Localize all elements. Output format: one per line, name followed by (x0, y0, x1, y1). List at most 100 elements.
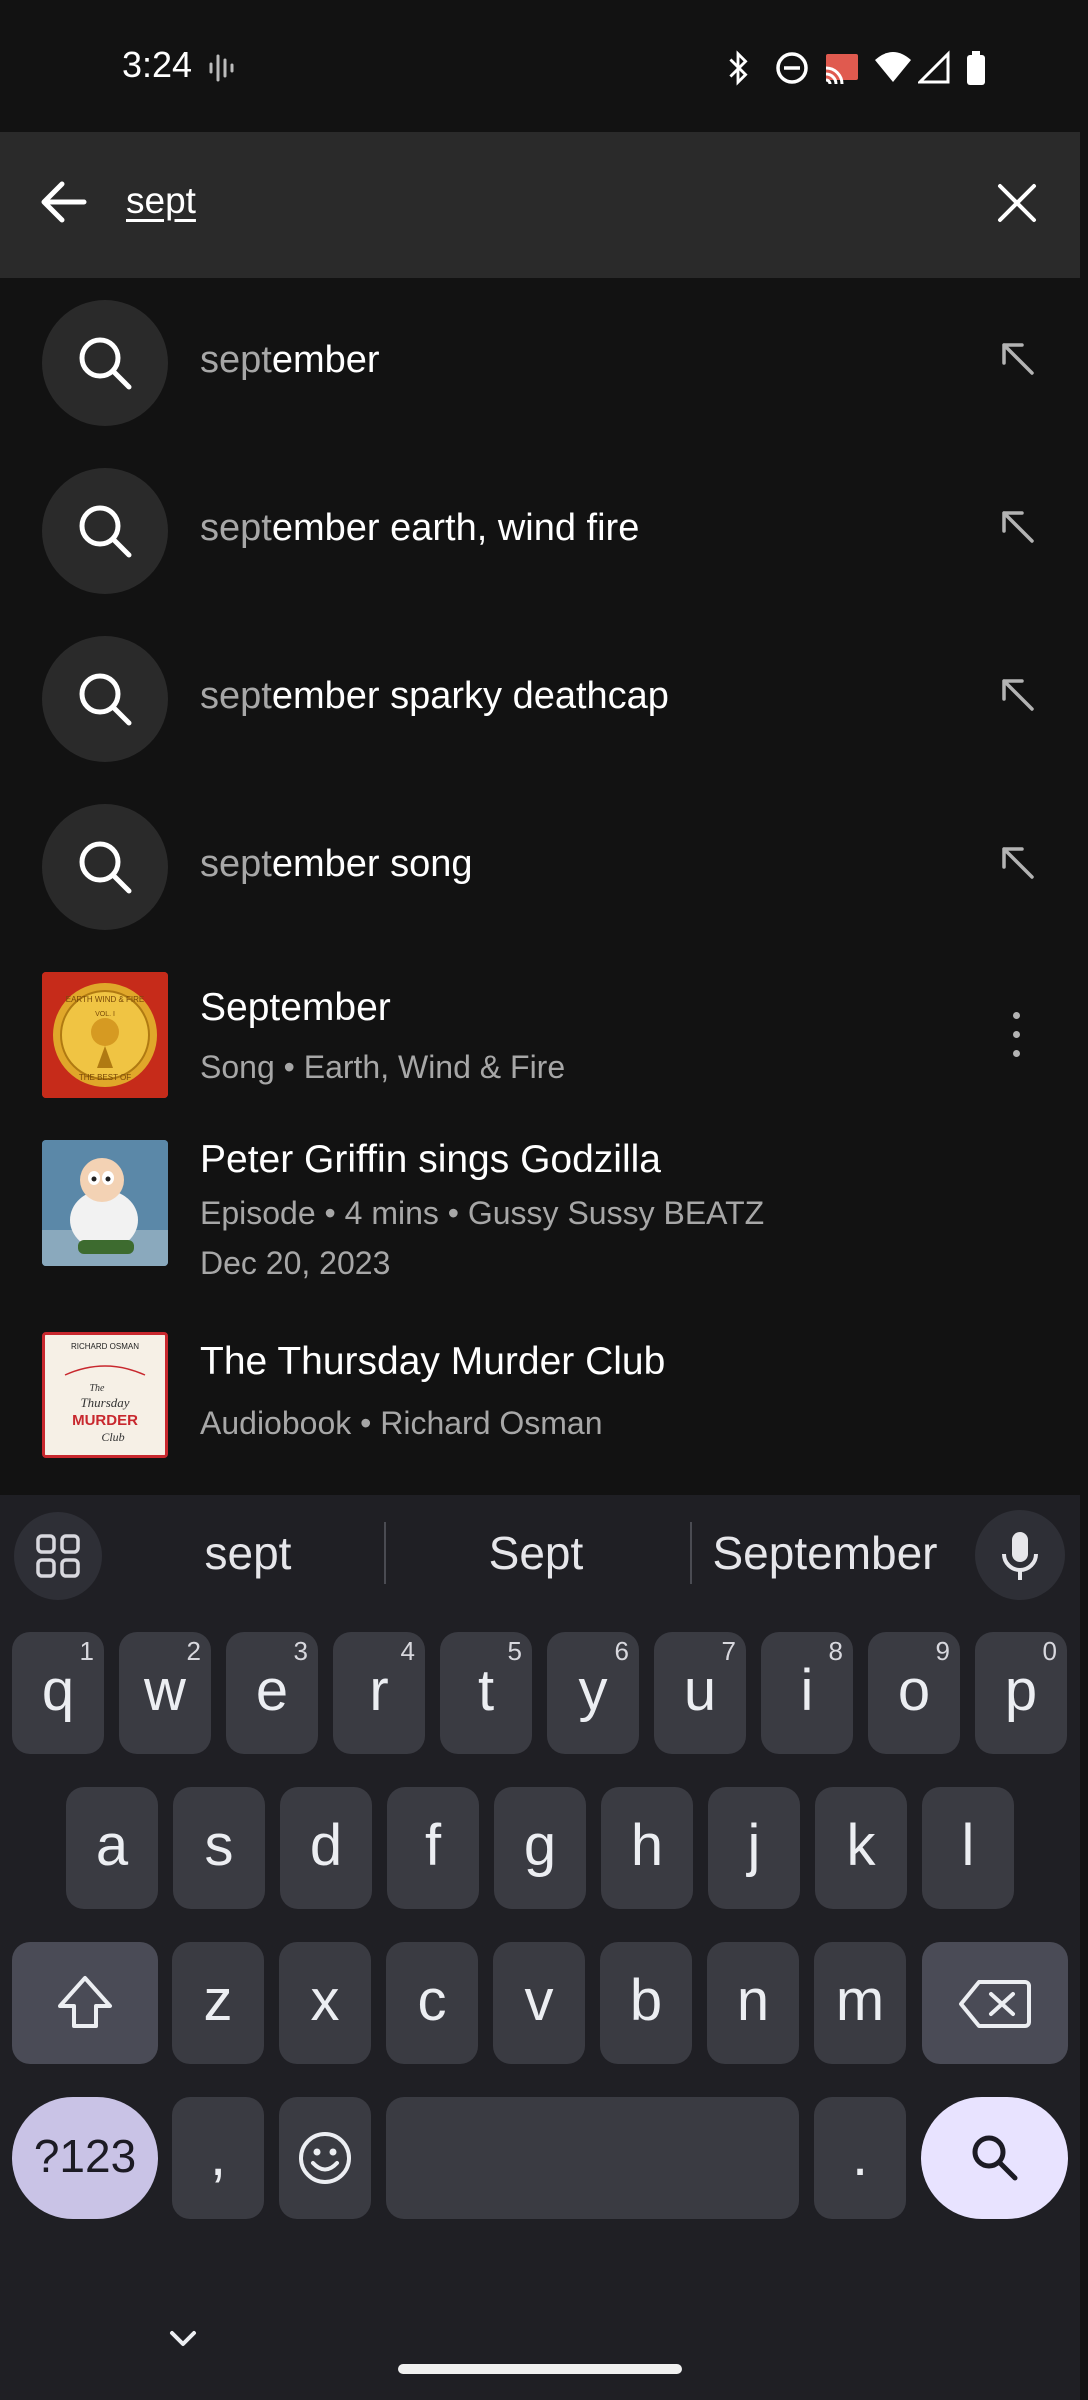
key-m[interactable]: m (814, 1942, 906, 2064)
period-key[interactable]: . (814, 2097, 906, 2219)
result-title: September (200, 986, 391, 1029)
suggestion-row[interactable]: september (0, 279, 1080, 447)
emoji-key[interactable] (279, 2097, 371, 2219)
key-x[interactable]: x (279, 1942, 371, 2064)
key-number-hint: 7 (721, 1636, 736, 1666)
fill-query-arrow-icon[interactable] (996, 337, 1038, 379)
key-e[interactable]: e3 (226, 1632, 318, 1754)
result-date: Dec 20, 2023 (200, 1245, 391, 1281)
episode-art-image (42, 1140, 168, 1266)
key-letter: r (369, 1658, 389, 1723)
clear-search-icon[interactable] (996, 182, 1038, 224)
book-title-line3: MURDER (72, 1412, 138, 1429)
suggestion-row[interactable]: september sparky deathcap (0, 615, 1080, 783)
audiobook-art: RICHARD OSMAN The Thursday MURDER Club (42, 1332, 168, 1458)
app-grid-icon (36, 1534, 80, 1578)
key-j[interactable]: j (708, 1787, 800, 1909)
fill-query-arrow-icon[interactable] (996, 673, 1038, 715)
key-f[interactable]: f (387, 1787, 479, 1909)
back-arrow-icon[interactable] (34, 172, 94, 232)
shift-key[interactable] (12, 1942, 158, 2064)
fill-query-arrow-icon[interactable] (996, 505, 1038, 547)
voice-input-button[interactable] (975, 1510, 1065, 1600)
key-t[interactable]: t5 (440, 1632, 532, 1754)
fill-query-arrow-icon[interactable] (996, 841, 1038, 883)
search-key[interactable] (921, 2097, 1068, 2219)
key-q[interactable]: q1 (12, 1632, 104, 1754)
key-s[interactable]: s (173, 1787, 265, 1909)
key-l[interactable]: l (922, 1787, 1014, 1909)
key-b[interactable]: b (600, 1942, 692, 2064)
comma-key[interactable]: , (172, 2097, 264, 2219)
key-r[interactable]: r4 (333, 1632, 425, 1754)
key-p[interactable]: p0 (975, 1632, 1067, 1754)
cast-icon (825, 54, 858, 85)
key-z[interactable]: z (172, 1942, 264, 2064)
search-input[interactable]: sept (126, 180, 196, 222)
album-art-bottom-text: THE BEST OF (79, 1073, 131, 1082)
microphone-icon (1002, 1532, 1038, 1580)
episode-art (42, 1140, 168, 1266)
key-u[interactable]: u7 (654, 1632, 746, 1754)
backspace-key[interactable] (922, 1942, 1068, 2064)
keyboard-suggestion[interactable]: sept (130, 1526, 366, 1580)
key-o[interactable]: o9 (868, 1632, 960, 1754)
key-number-hint: 9 (935, 1636, 950, 1666)
book-title-line4: Club (101, 1430, 124, 1444)
suggestion-search-badge (42, 468, 168, 594)
audiobook-art-image: RICHARD OSMAN The Thursday MURDER Club (45, 1335, 165, 1455)
key-letter: u (683, 1658, 717, 1723)
result-row-song[interactable]: EARTH WIND & FIRE VOL. I THE BEST OF Sep… (0, 970, 1080, 1100)
keyboard-suggestion[interactable]: Sept (400, 1526, 672, 1580)
suggestion-search-badge (42, 300, 168, 426)
suggestion-row[interactable]: september song (0, 783, 1080, 951)
result-subtitle: Episode • 4 mins • Gussy Sussy BEATZ (200, 1195, 765, 1231)
key-k[interactable]: k (815, 1787, 907, 1909)
key-i[interactable]: i8 (761, 1632, 853, 1754)
result-subtitle: Song • Earth, Wind & Fire (200, 1049, 566, 1085)
book-title-line2: Thursday (80, 1395, 129, 1410)
key-d[interactable]: d (280, 1787, 372, 1909)
symbols-key[interactable]: ?123 (12, 2097, 158, 2219)
key-number-hint: 2 (186, 1636, 201, 1666)
emoji-icon (299, 2132, 351, 2184)
status-time: 3:24 (122, 44, 193, 85)
more-options-icon[interactable] (1006, 1012, 1026, 1062)
search-icon (79, 673, 132, 726)
key-h[interactable]: h (601, 1787, 693, 1909)
key-c[interactable]: c (386, 1942, 478, 2064)
key-number-hint: 0 (1042, 1636, 1057, 1666)
suggestion-text: september earth, wind fire (200, 507, 640, 549)
album-art-top-text: EARTH WIND & FIRE (66, 995, 145, 1004)
key-v[interactable]: v (493, 1942, 585, 2064)
key-w[interactable]: w2 (119, 1632, 211, 1754)
keyboard-menu-button[interactable] (14, 1512, 102, 1600)
key-letter: p (1004, 1658, 1038, 1723)
space-key[interactable] (386, 2097, 799, 2219)
search-icon (79, 505, 132, 558)
suggestion-row[interactable]: september earth, wind fire (0, 447, 1080, 615)
key-a[interactable]: a (66, 1787, 158, 1909)
bluetooth-icon (729, 50, 748, 86)
gesture-nav-handle[interactable] (398, 2364, 682, 2374)
key-letter: e (255, 1658, 289, 1723)
search-icon (79, 337, 132, 390)
cell-signal-icon (918, 50, 950, 84)
key-letter: o (897, 1658, 931, 1723)
keyboard-suggestion[interactable]: September (700, 1526, 950, 1580)
result-row-audiobook[interactable]: RICHARD OSMAN The Thursday MURDER Club T… (0, 1330, 1080, 1460)
result-title: The Thursday Murder Club (200, 1340, 666, 1383)
key-number-hint: 8 (828, 1636, 843, 1666)
key-y[interactable]: y6 (547, 1632, 639, 1754)
result-row-episode[interactable]: Peter Griffin sings Godzilla Episode • 4… (0, 1138, 1080, 1288)
key-n[interactable]: n (707, 1942, 799, 2064)
key-letter: q (41, 1658, 75, 1723)
wifi-icon (875, 52, 911, 82)
key-number-hint: 6 (614, 1636, 629, 1666)
key-number-hint: 5 (507, 1636, 522, 1666)
hide-keyboard-chevron-icon[interactable] (166, 2322, 200, 2356)
battery-icon (967, 51, 985, 85)
key-g[interactable]: g (494, 1787, 586, 1909)
search-icon (972, 2135, 1017, 2181)
key-letter: w (144, 1658, 186, 1723)
